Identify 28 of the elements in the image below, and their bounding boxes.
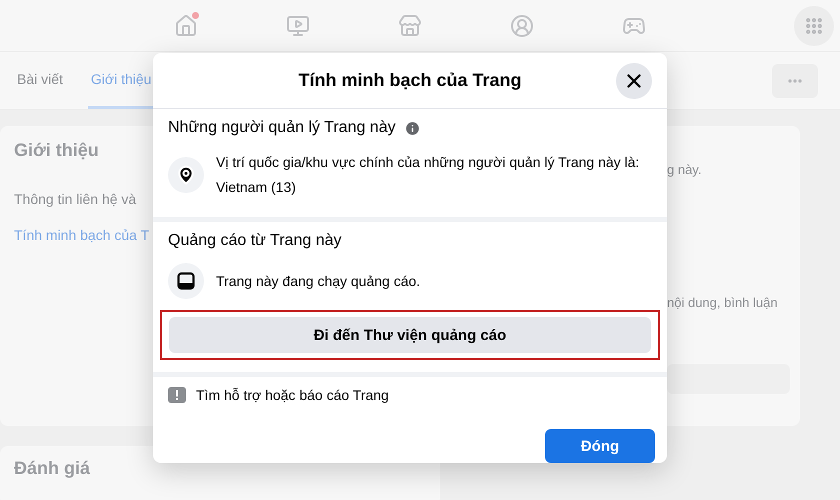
grid-icon — [804, 16, 824, 36]
info-icon[interactable] — [404, 120, 421, 136]
card-text: g này. — [667, 162, 702, 177]
menu-button[interactable] — [794, 6, 834, 46]
user-circle-icon[interactable] — [510, 14, 534, 38]
card-text: nội dung, bình luận — [667, 295, 778, 310]
row-text: Vị trí quốc gia/khu vực chính của những người quản lý Trang này là: Vietnam (13) — [216, 153, 640, 197]
more-button[interactable] — [772, 64, 818, 98]
more-icon — [788, 79, 802, 83]
home-icon[interactable] — [174, 14, 198, 38]
about-menu-item[interactable]: Tính minh bạch của T — [14, 217, 150, 253]
card-title: Giới thiệu — [14, 140, 99, 161]
card-title: Đánh giá — [14, 458, 90, 478]
report-link[interactable]: Tìm hỗ trợ hoặc báo cáo Trang — [196, 387, 389, 403]
screen-icon — [177, 272, 195, 290]
alert-icon — [168, 387, 186, 403]
close-dialog-button[interactable]: Đóng — [545, 429, 655, 463]
dialog-title: Tính minh bạch của Trang — [298, 70, 522, 91]
about-menu-item[interactable]: Thông tin liên hệ và — [14, 181, 136, 217]
ad-library-button[interactable]: Đi đến Thư viện quảng cáo — [169, 317, 651, 353]
close-button[interactable] — [616, 63, 652, 99]
section-heading: Những người quản lý Trang này — [168, 119, 396, 137]
section-heading: Quảng cáo từ Trang này — [168, 232, 342, 250]
row-text: Trang này đang chạy quảng cáo. — [216, 272, 422, 291]
tab[interactable]: Bài viết — [14, 52, 66, 109]
store-icon[interactable] — [398, 14, 422, 38]
video-icon[interactable] — [286, 14, 310, 38]
location-pin-icon — [176, 165, 196, 185]
